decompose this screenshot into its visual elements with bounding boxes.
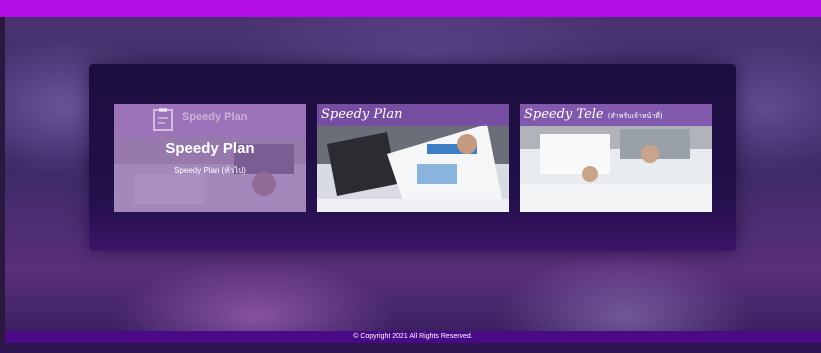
speedy-tele-card[interactable]: Speedy Tele (สำหรับเจ้าหน้าที่) [520,104,712,212]
top-accent-bar [0,0,821,17]
app-selection-panel: Speedy Plan Speedy Plan Speedy Plan (ทั่… [89,64,736,251]
card-title-text: Speedy Tele [524,107,604,122]
card-subtitle: Speedy Plan (ทั่วไป) [174,166,246,175]
card-title-label: Speedy Tele (สำหรับเจ้าหน้าที่) [520,104,712,126]
clipboard-icon [153,108,173,131]
card-title: Speedy Plan [165,140,255,157]
card-title-label: Speedy Plan [317,104,509,126]
bottom-strip [0,343,821,353]
footer-copyright: © Copyright 2021 All Rights Reserved. [5,331,821,343]
speedy-plan-general-card[interactable]: Speedy Plan Speedy Plan Speedy Plan (ทั่… [114,104,306,212]
card-title-suffix: (สำหรับเจ้าหน้าที่) [607,112,663,120]
speedy-plan-card[interactable]: Speedy Plan [317,104,509,212]
card-logo-text: Speedy Plan [182,111,248,123]
